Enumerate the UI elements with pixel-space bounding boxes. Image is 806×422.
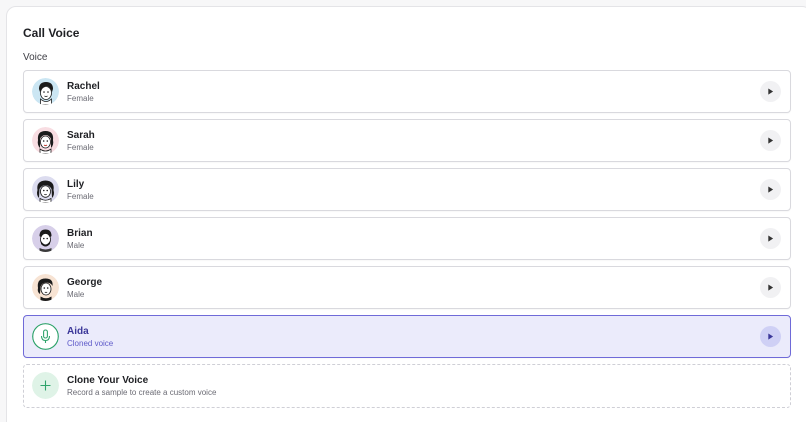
voice-name: Brian bbox=[67, 228, 93, 239]
voice-name: Rachel bbox=[67, 81, 100, 92]
voice-list: Rachel Female Sarah Female Lily Female B… bbox=[23, 70, 791, 414]
voice-description: Female bbox=[67, 192, 94, 201]
voice-description: Female bbox=[67, 94, 94, 103]
voice-option-brian[interactable]: Brian Male bbox=[23, 217, 791, 260]
call-voice-card: Call Voice Voice Rachel Female Sarah Fem… bbox=[6, 6, 806, 422]
lily-avatar-icon bbox=[32, 176, 59, 203]
voice-name: Aida bbox=[67, 326, 89, 337]
voice-name: George bbox=[67, 277, 103, 288]
play-preview-button[interactable] bbox=[760, 326, 781, 347]
voice-option-lily[interactable]: Lily Female bbox=[23, 168, 791, 211]
play-icon bbox=[768, 88, 774, 95]
play-preview-button[interactable] bbox=[760, 130, 781, 151]
plus-icon bbox=[32, 372, 59, 399]
george-avatar-icon bbox=[32, 274, 59, 301]
play-preview-button[interactable] bbox=[760, 179, 781, 200]
play-icon bbox=[768, 235, 774, 242]
play-preview-button[interactable] bbox=[760, 277, 781, 298]
microphone-icon bbox=[32, 323, 59, 350]
voice-description: Male bbox=[67, 241, 85, 250]
voice-name: Lily bbox=[67, 179, 85, 190]
play-icon bbox=[768, 186, 774, 193]
voice-description: Cloned voice bbox=[67, 339, 114, 348]
voice-description: Female bbox=[67, 143, 94, 152]
voice-description: Male bbox=[67, 290, 85, 299]
voice-option-aida[interactable]: Aida Cloned voice bbox=[23, 315, 791, 358]
sarah-avatar-icon bbox=[32, 127, 59, 154]
voice-name: Sarah bbox=[67, 130, 95, 141]
brian-avatar-icon bbox=[32, 225, 59, 252]
voice-option-rachel[interactable]: Rachel Female bbox=[23, 70, 791, 113]
clone-voice-option[interactable]: Clone Your Voice Record a sample to crea… bbox=[23, 364, 791, 408]
section-title: Call Voice bbox=[23, 26, 80, 40]
play-icon bbox=[768, 137, 774, 144]
play-preview-button[interactable] bbox=[760, 228, 781, 249]
voice-option-sarah[interactable]: Sarah Female bbox=[23, 119, 791, 162]
clone-voice-title: Clone Your Voice bbox=[67, 375, 149, 386]
play-icon bbox=[768, 284, 774, 291]
play-preview-button[interactable] bbox=[760, 81, 781, 102]
play-icon bbox=[768, 333, 774, 340]
clone-voice-description: Record a sample to create a custom voice bbox=[67, 388, 217, 397]
voice-option-george[interactable]: George Male bbox=[23, 266, 791, 309]
voice-field-label: Voice bbox=[23, 52, 48, 63]
rachel-avatar-icon bbox=[32, 78, 59, 105]
